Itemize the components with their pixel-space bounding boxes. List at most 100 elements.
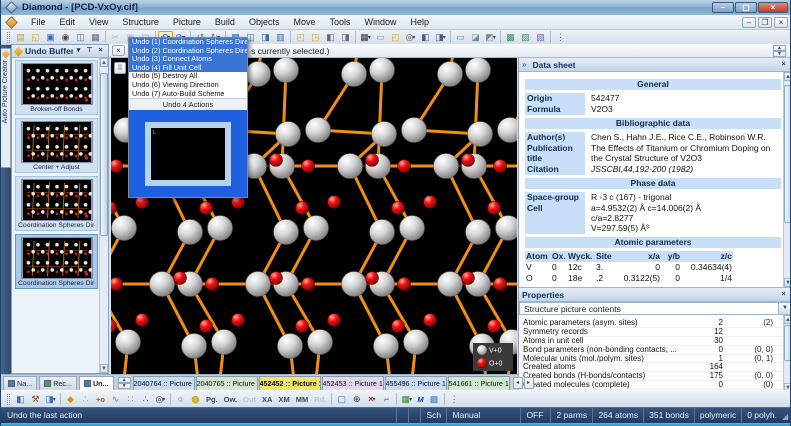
oxygen-atom[interactable]	[392, 320, 405, 333]
data-sheet-scrollbar[interactable]: ▲ ▼	[783, 72, 791, 287]
vanadium-atom[interactable]	[404, 330, 429, 355]
move-icon[interactable]: ⊕	[349, 393, 364, 406]
vanadium-atom[interactable]	[342, 272, 367, 297]
folder-new-icon[interactable]: ◰	[388, 31, 403, 44]
save-icon[interactable]: ▣	[43, 31, 58, 44]
document-icon[interactable]	[5, 16, 18, 29]
oxygen-atom[interactable]	[494, 278, 507, 291]
picture-menu-icon[interactable]: ◨▾	[43, 393, 58, 406]
tab-prev-icon[interactable]: ◂	[513, 377, 523, 389]
toolbar-overflow-icon[interactable]: ⋮	[447, 393, 462, 406]
vanadium-atom[interactable]	[438, 272, 463, 297]
scrollbar-thumb[interactable]	[100, 73, 108, 236]
data-sheet-close-icon[interactable]: ×	[778, 60, 789, 70]
oxygen-atom[interactable]	[296, 202, 309, 215]
menu-help[interactable]: Help	[404, 16, 437, 28]
pg-button[interactable]: Pg.	[203, 393, 221, 406]
vanadium-atom[interactable]	[304, 216, 329, 241]
print-preview-icon[interactable]: ◫	[73, 31, 88, 44]
undo-menu-item-3[interactable]: Undo (3) Connect Atoms	[129, 55, 247, 64]
find-icon[interactable]: ◉	[58, 31, 73, 44]
picture-left-icon[interactable]: ◧	[323, 31, 338, 44]
cut-icon[interactable]: ✂	[108, 31, 123, 44]
mdi-restore-button[interactable]: ❒	[758, 17, 772, 28]
oxygen-atom[interactable]	[494, 160, 507, 173]
oxygen-atom[interactable]	[302, 278, 315, 291]
property-row[interactable]: Atoms in unit cell30	[519, 337, 783, 346]
close-button[interactable]: ×	[758, 2, 788, 13]
new-document-icon[interactable]: ▤	[13, 31, 28, 44]
undo-buffer-item[interactable]: Coordination Spheres Directly	[15, 176, 98, 231]
vanadium-atom[interactable]	[338, 154, 363, 179]
out-button[interactable]: Out	[240, 393, 259, 406]
build-tools-icon[interactable]: ⚒	[28, 393, 43, 406]
color-grid-icon[interactable]: ▦▾	[399, 393, 414, 406]
picture-right-icon[interactable]: ◨	[338, 31, 353, 44]
undo-menu-item-5[interactable]: Undo (5) Destroy All	[129, 72, 247, 81]
picture-tab[interactable]: 2040765 :: Picture 1	[196, 376, 258, 390]
vanadium-atom[interactable]	[466, 58, 491, 83]
toolbar-grip[interactable]	[7, 394, 10, 405]
photo-shade-icon[interactable]: ▨	[518, 31, 533, 44]
xm-button[interactable]: XM	[275, 393, 292, 406]
mdi-minimize-button[interactable]: –	[742, 17, 756, 28]
property-row[interactable]: Atomic parameters (asym. sites)2(2)	[519, 319, 783, 328]
oxygen-atom[interactable]	[200, 202, 213, 215]
bond-tool-icon[interactable]: ⌐	[379, 393, 394, 406]
menu-window[interactable]: Window	[357, 16, 403, 28]
print-icon[interactable]: ▦	[88, 31, 103, 44]
window-rows-icon[interactable]: ▥	[273, 31, 288, 44]
vanadium-atom[interactable]	[434, 154, 459, 179]
scroll-down-icon[interactable]: ▼	[773, 51, 786, 57]
vanadium-atom[interactable]	[116, 330, 141, 355]
molecule-icon[interactable]: ∴	[138, 393, 153, 406]
unit-cell-icon[interactable]: ▢	[334, 393, 349, 406]
scroll-up-icon[interactable]: ▲	[784, 315, 791, 324]
vanadium-atom[interactable]	[278, 334, 303, 359]
scroll-up-icon[interactable]: ▲	[784, 72, 791, 81]
picture-tab[interactable]: 2040764 :: Picture 1	[133, 376, 195, 390]
oxygen-atom[interactable]	[462, 272, 475, 285]
scroll-down-icon[interactable]: ▼	[100, 364, 108, 373]
table-row[interactable]: V012c3.000.34634(4)	[525, 262, 781, 273]
scrollbar-thumb[interactable]	[784, 325, 791, 360]
monitor-icon[interactable]: ◧	[418, 31, 433, 44]
photo-violet-icon[interactable]: ▧	[533, 31, 548, 44]
mm-button[interactable]: MM	[293, 393, 312, 406]
oxygen-atom[interactable]	[424, 196, 437, 209]
properties-selector[interactable]: Structure picture contents ▼	[519, 302, 791, 315]
vanadium-atom[interactable]	[212, 330, 237, 355]
menu-edit[interactable]: Edit	[53, 16, 83, 28]
dock-tab-na[interactable]: Na...	[3, 376, 37, 390]
menu-objects[interactable]: Objects	[242, 16, 287, 28]
vanadium-atom[interactable]	[400, 216, 425, 241]
vanadium-atom[interactable]	[246, 272, 271, 297]
vanadium-atom[interactable]	[274, 58, 299, 83]
vanadium-atom[interactable]	[112, 216, 137, 241]
vanadium-atom[interactable]	[150, 272, 175, 297]
add-atom-icon[interactable]: +o	[93, 393, 108, 406]
xa-button[interactable]: XA	[259, 393, 275, 406]
oxygen-atom[interactable]	[328, 314, 341, 327]
properties-scrollbar[interactable]: ▲ ▼	[783, 315, 791, 392]
vanadium-atom[interactable]	[370, 220, 395, 245]
oxygen-atom[interactable]	[488, 320, 501, 333]
undo-menu-item-1[interactable]: Undo (1) Coordination Spheres Direct	[129, 38, 247, 47]
scroll-up-icon[interactable]: ▲	[100, 58, 108, 67]
oxygen-atom[interactable]	[398, 160, 411, 173]
undo-menu-item-2[interactable]: Undo (2) Coordination Spheres Direct	[129, 47, 247, 56]
picture-tab[interactable]: 452453 :: Picture 1	[322, 376, 384, 390]
undo-buffer-item[interactable]: Center + Adjust	[15, 118, 98, 173]
vanadium-atom[interactable]	[374, 334, 399, 359]
oxygen-atom[interactable]	[111, 278, 123, 291]
undo-menu-item-7[interactable]: Undo (7) Auto-Build Scheme	[129, 90, 247, 99]
maximize-button[interactable]: ▢	[735, 2, 757, 13]
layout-corner2-icon[interactable]: ◩▾	[483, 31, 498, 44]
vanadium-atom[interactable]	[178, 220, 203, 245]
menu-move[interactable]: Move	[286, 16, 322, 28]
destroy-icon[interactable]: ×▾	[364, 393, 379, 406]
menu-picture[interactable]: Picture	[166, 16, 208, 28]
table-row[interactable]: O018e.20.3122(5)01/4	[525, 273, 781, 284]
vanadium-atom[interactable]	[468, 122, 493, 147]
panel-menu-icon[interactable]: ▾	[73, 46, 84, 56]
